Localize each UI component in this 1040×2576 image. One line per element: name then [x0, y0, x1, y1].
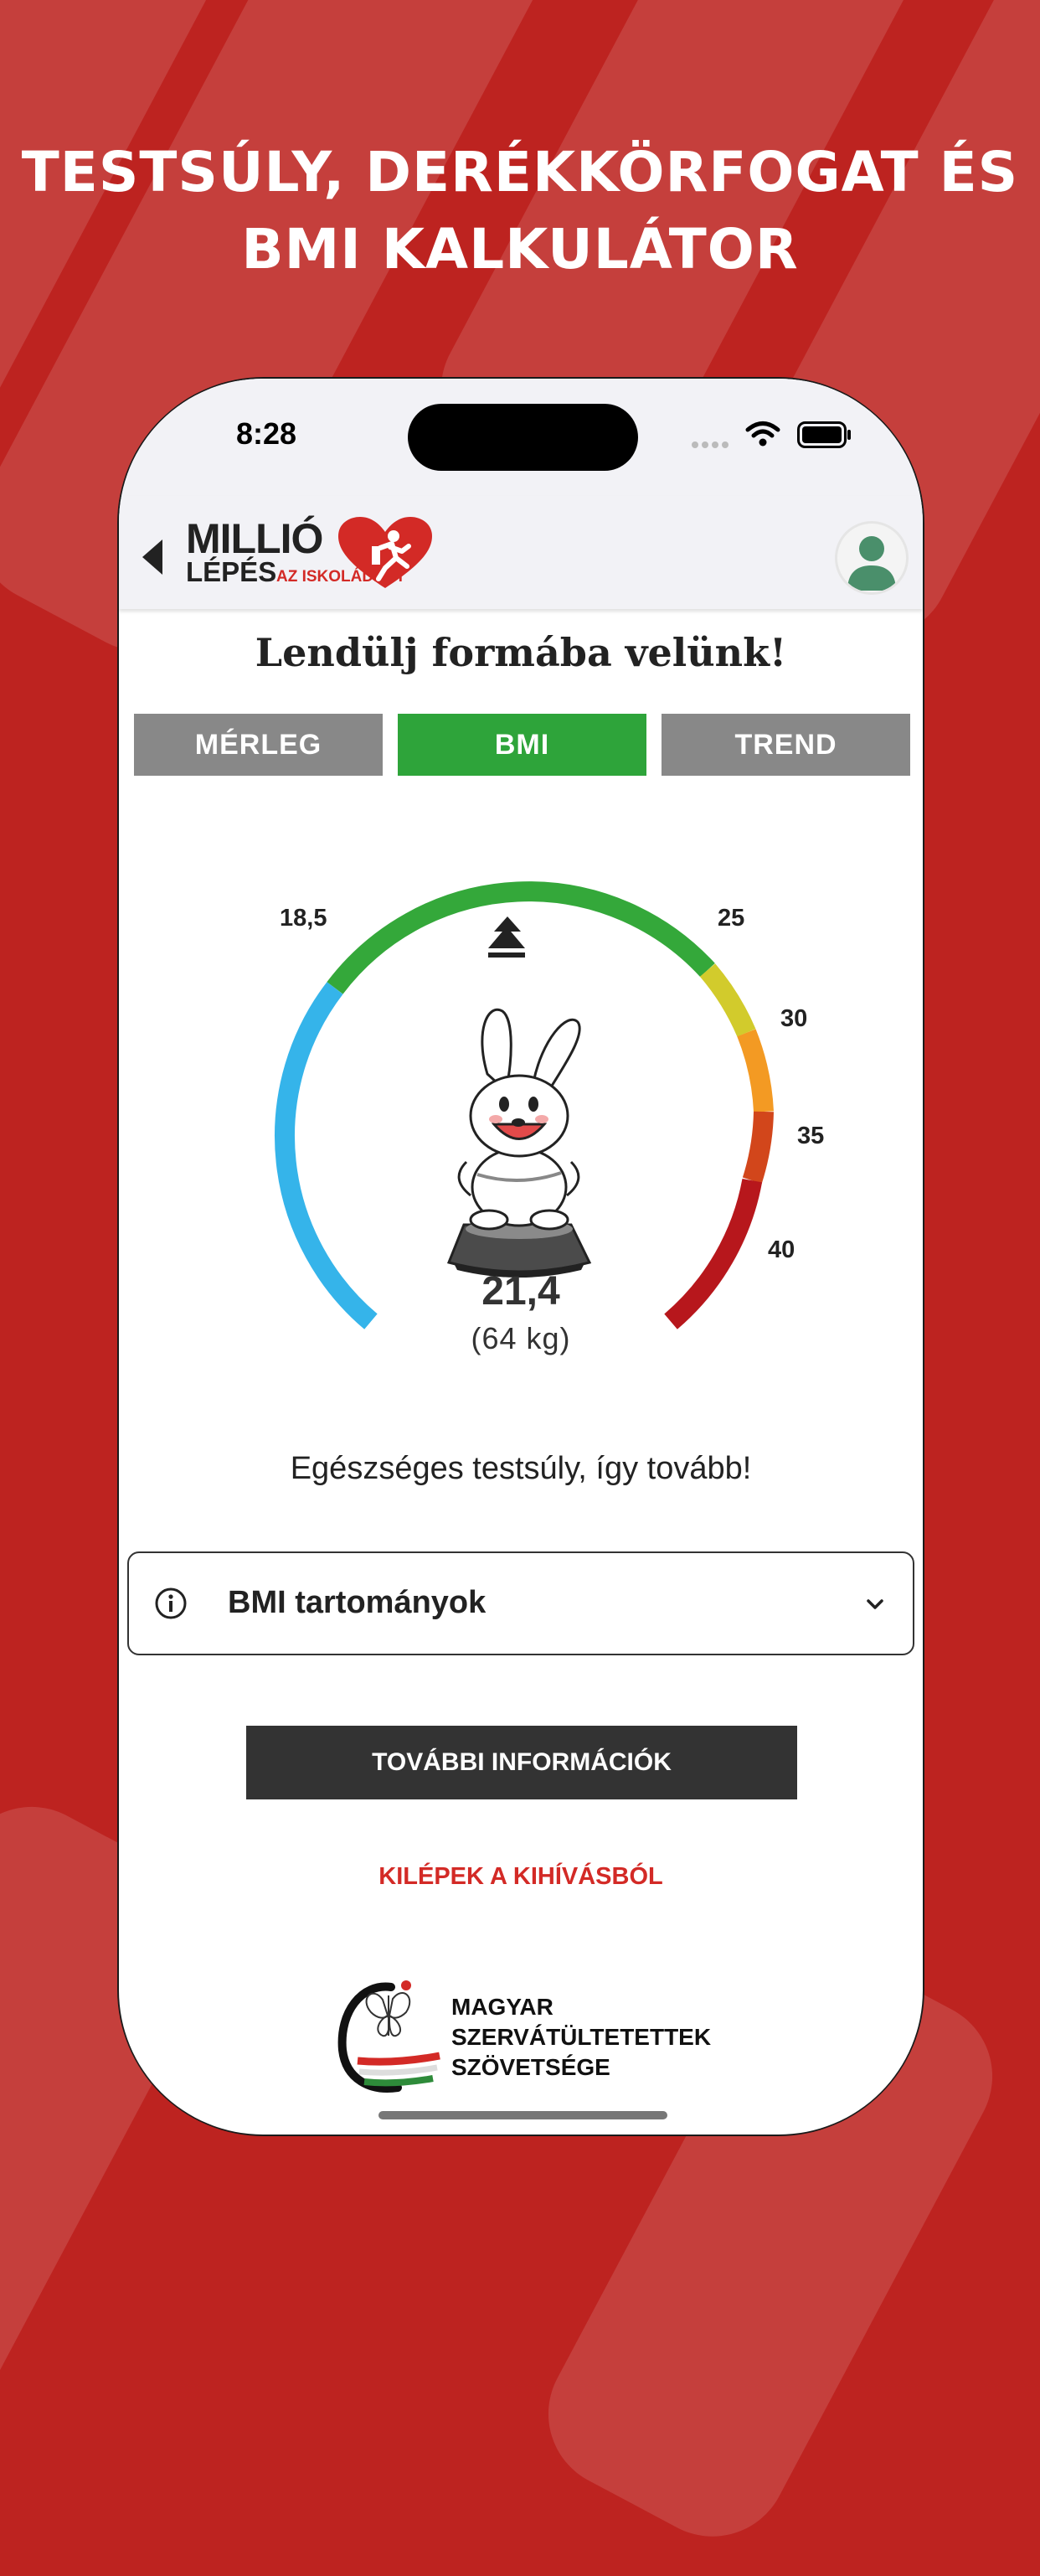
gauge-pointer-base [488, 952, 525, 958]
headline-line-2: BMI KALKULÁTOR [241, 217, 799, 281]
headline-line-1: TESTSÚLY, DERÉKKÖRFOGAT ÉS [21, 140, 1019, 204]
bmi-value: 21,4 [481, 1269, 560, 1314]
exit-challenge-link[interactable]: KILÉPEK A KIHÍVÁSBÓL [119, 1863, 923, 1891]
bmi-message: Egészséges testsúly, így tovább! [290, 1451, 752, 1486]
page-headline: TESTSÚLY, DERÉKKÖRFOGAT ÉS BMI KALKULÁTO… [0, 134, 1040, 288]
home-indicator[interactable] [378, 2111, 667, 2119]
threshold-label-40: 40 [768, 1236, 795, 1263]
org-name-line-1: MAGYAR [451, 1994, 553, 2020]
butterfly-logo-icon [337, 1980, 440, 2093]
phone-screen: 8:28 MILLIÓ LÉPÉS AZ ISKOLÁDÉRT Lendülj … [119, 379, 923, 2135]
gauge-pointer [488, 927, 525, 948]
info-icon [155, 1587, 187, 1619]
more-info-button[interactable]: TOVÁBBI INFORMÁCIÓK [246, 1726, 797, 1799]
bmi-ranges-accordion[interactable]: BMI tartományok [127, 1551, 914, 1655]
org-name-line-3: SZÖVETSÉGE [451, 2054, 610, 2080]
threshold-label-25: 25 [718, 905, 745, 932]
threshold-label-18-5: 18,5 [280, 905, 327, 932]
threshold-label-30: 30 [780, 1005, 808, 1032]
weight-value: (64 kg) [471, 1321, 571, 1355]
chevron-down-icon [867, 1599, 883, 1609]
gauge-segment-obese-2 [742, 1111, 774, 1184]
gauge-segment-obese-1 [737, 1029, 774, 1112]
accordion-label: BMI tartományok [228, 1585, 487, 1620]
gauge-segment-overweight [699, 963, 756, 1037]
threshold-label-35: 35 [797, 1123, 825, 1149]
organization-name: MAGYAR SZERVÁTÜLTETETTEK SZÖVETSÉGE [451, 1992, 711, 2083]
bunny-scale-mascot-icon [446, 1008, 592, 1278]
organization-logo: MAGYAR SZERVÁTÜLTETETTEK SZÖVETSÉGE [332, 1962, 718, 2104]
org-name-line-2: SZERVÁTÜLTETETTEK [451, 2024, 712, 2050]
gauge-segment-normal [327, 881, 715, 994]
